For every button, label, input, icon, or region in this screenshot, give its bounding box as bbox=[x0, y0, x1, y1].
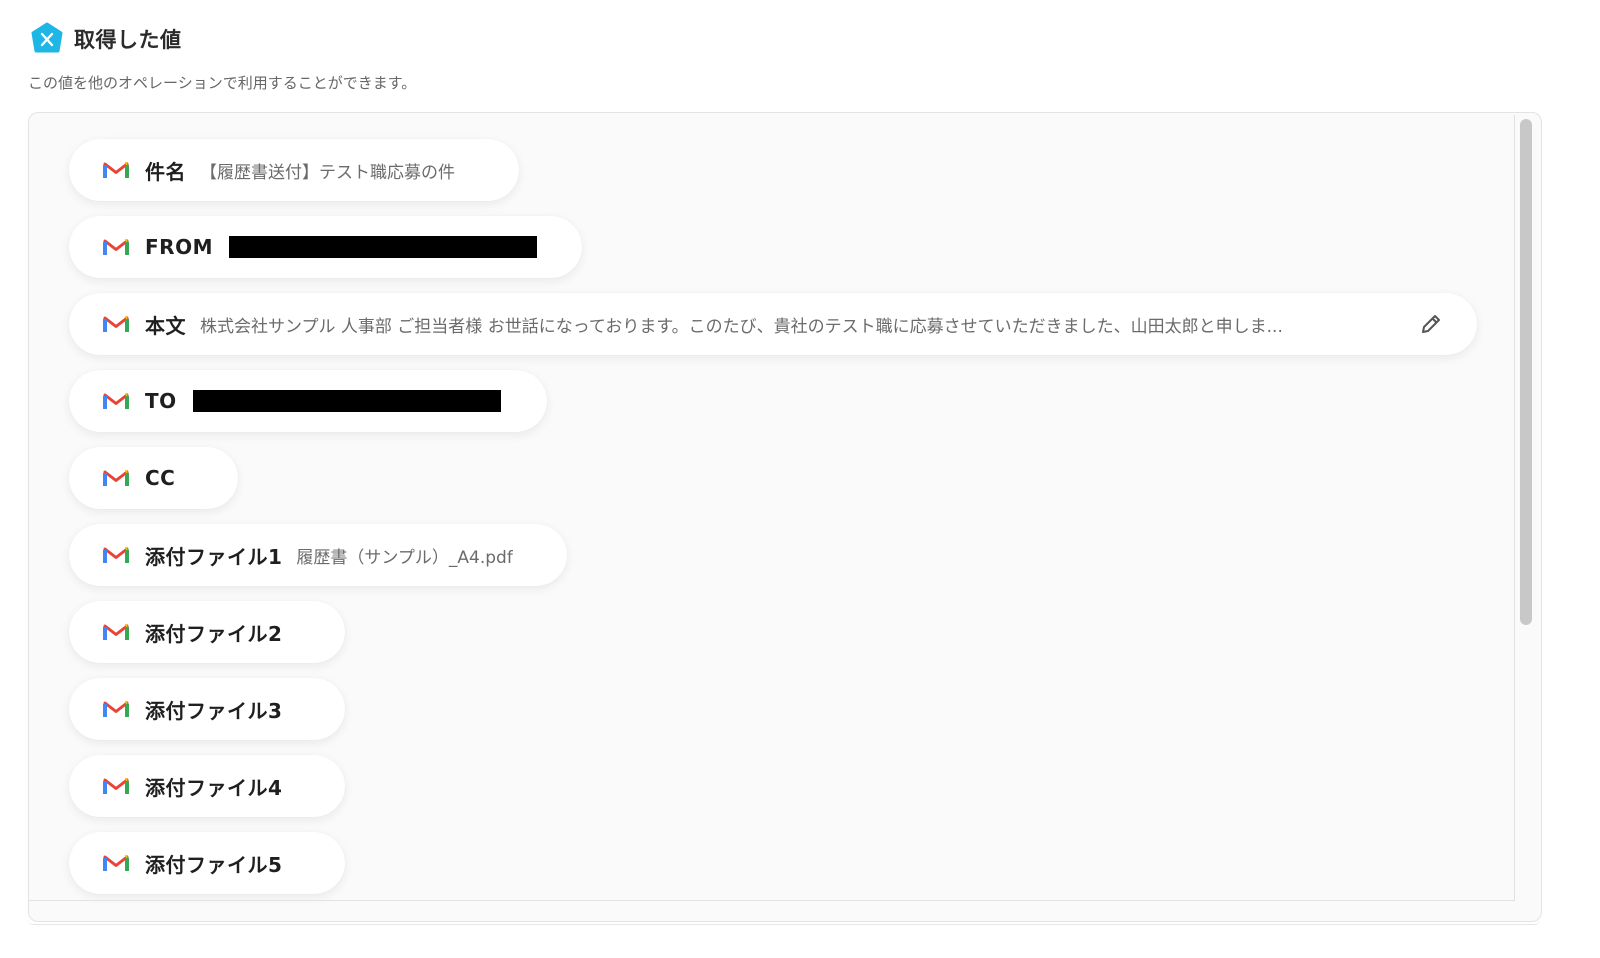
section-description: この値を他のオペレーションで利用することができます。 bbox=[28, 74, 417, 92]
field-label: 本文 bbox=[145, 313, 186, 338]
gmail-icon bbox=[103, 623, 129, 640]
gmail-icon bbox=[103, 546, 129, 563]
section-title: 取得した値 bbox=[74, 28, 182, 52]
field-label: 添付ファイル1 bbox=[145, 544, 283, 569]
field-label: 添付ファイル3 bbox=[145, 698, 283, 723]
panel-bottom-edge bbox=[28, 920, 1540, 925]
field-value: 履歴書（サンプル）_A4.pdf bbox=[296, 547, 513, 568]
field-label: 添付ファイル2 bbox=[145, 621, 283, 646]
field-label: TO bbox=[145, 389, 177, 413]
value-chip-from[interactable]: FROM bbox=[69, 216, 582, 278]
section-header: 取得した値 bbox=[30, 22, 182, 56]
value-chip-attachment-2[interactable]: 添付ファイル2 bbox=[69, 601, 345, 663]
gmail-icon bbox=[103, 161, 129, 178]
x-variable-hexagon-icon bbox=[31, 22, 63, 53]
values-panel: 件名 【履歴書送付】テスト職応募の件 FROM 本文 株式会社サンプル 人事部 … bbox=[28, 112, 1542, 922]
gmail-icon bbox=[103, 777, 129, 794]
gmail-icon bbox=[103, 854, 129, 871]
gmail-icon bbox=[103, 700, 129, 717]
scrollbar-thumb[interactable] bbox=[1520, 119, 1532, 625]
value-chip-subject[interactable]: 件名 【履歴書送付】テスト職応募の件 bbox=[69, 139, 519, 201]
gmail-icon bbox=[103, 315, 129, 332]
redacted-value bbox=[228, 236, 537, 258]
gmail-icon bbox=[103, 469, 129, 486]
field-label: FROM bbox=[145, 235, 213, 259]
vertical-scrollbar[interactable] bbox=[1514, 115, 1535, 901]
value-chip-to[interactable]: TO bbox=[69, 370, 547, 432]
gmail-icon bbox=[103, 238, 129, 255]
gmail-icon bbox=[103, 392, 129, 409]
pencil-edit-icon[interactable] bbox=[1419, 312, 1443, 336]
field-value: 株式会社サンプル 人事部 ご担当者様 お世話になっております。このたび、貴社のテ… bbox=[200, 316, 1283, 337]
value-chip-cc[interactable]: CC bbox=[69, 447, 238, 509]
value-chip-attachment-5[interactable]: 添付ファイル5 bbox=[69, 832, 345, 894]
value-chip-body[interactable]: 本文 株式会社サンプル 人事部 ご担当者様 お世話になっております。このたび、貴… bbox=[69, 293, 1477, 355]
field-label: 件名 bbox=[145, 159, 186, 184]
field-label: CC bbox=[145, 466, 176, 490]
field-label: 添付ファイル5 bbox=[145, 852, 283, 877]
value-chip-attachment-1[interactable]: 添付ファイル1 履歴書（サンプル）_A4.pdf bbox=[69, 524, 567, 586]
redacted-value bbox=[192, 390, 501, 412]
scroll-area-divider bbox=[29, 900, 1515, 901]
field-label: 添付ファイル4 bbox=[145, 775, 283, 800]
fetched-values-screen: 取得した値 この値を他のオペレーションで利用することができます。 件名 【履歴書… bbox=[0, 0, 1600, 958]
field-value: 【履歴書送付】テスト職応募の件 bbox=[200, 162, 455, 183]
value-chip-attachment-3[interactable]: 添付ファイル3 bbox=[69, 678, 345, 740]
value-chip-attachment-4[interactable]: 添付ファイル4 bbox=[69, 755, 345, 817]
